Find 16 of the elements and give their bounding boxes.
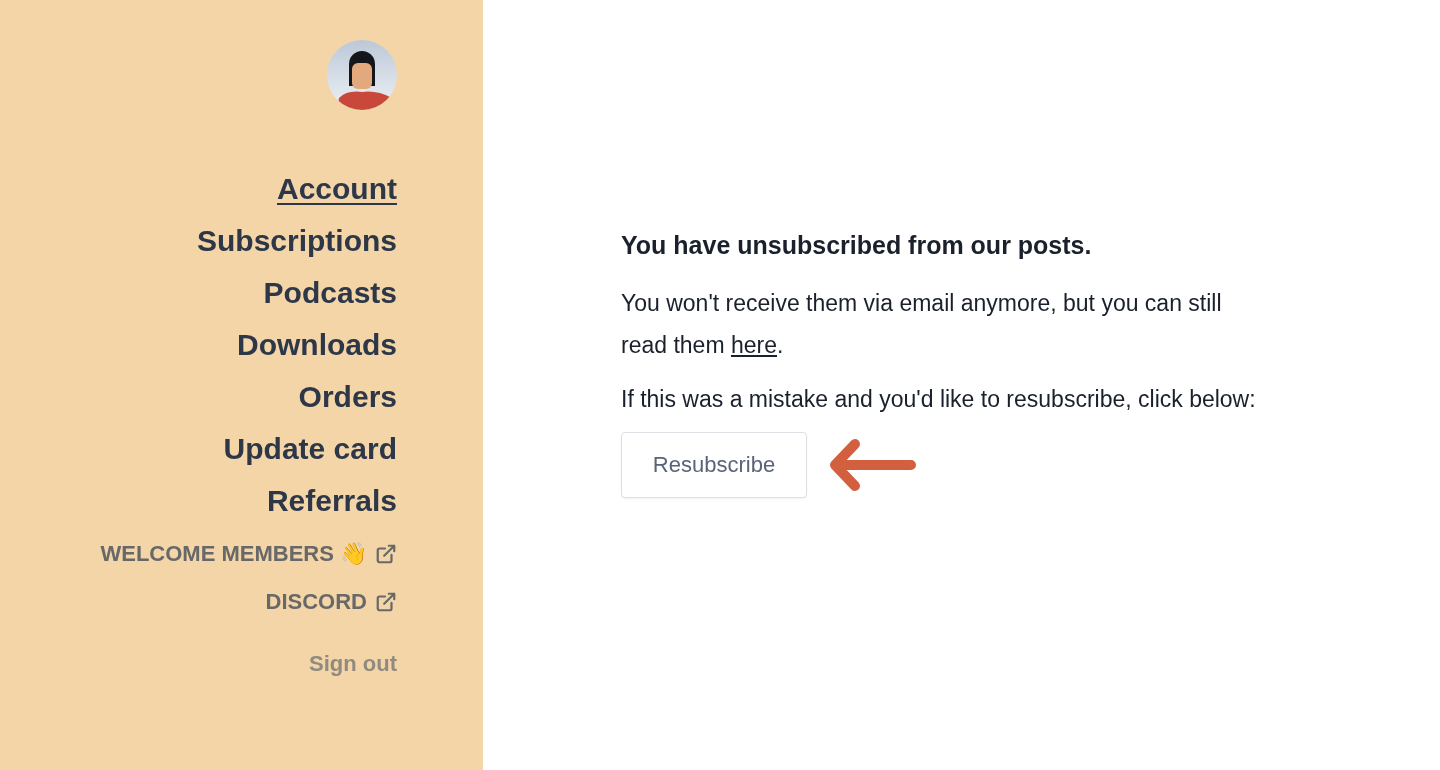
nav-link[interactable]: Update card <box>223 431 397 467</box>
nav-link[interactable]: Podcasts <box>263 275 397 311</box>
prompt-text: If this was a mistake and you'd like to resubscribe, click below: <box>621 385 1257 414</box>
nav-link[interactable]: Referrals <box>266 483 397 519</box>
external-link[interactable]: WELCOME MEMBERS 👋 <box>100 541 397 567</box>
message-text: You won't receive them via email anymore, but you can still read them here. <box>621 289 1223 360</box>
here-link[interactable]: here <box>730 332 777 358</box>
heading: You have unsubscribed from our posts. <box>621 230 1093 261</box>
nav-link[interactable]: Orders <box>298 379 397 415</box>
external-link-icon <box>375 543 397 565</box>
resubscribe-button[interactable]: Resubscribe <box>621 432 807 498</box>
external-link[interactable]: DISCORD <box>265 589 397 615</box>
nav-link[interactable]: Account <box>277 171 397 207</box>
nav-link[interactable]: Downloads <box>237 327 397 363</box>
external-link-icon <box>375 591 397 613</box>
nav-link[interactable]: Subscriptions <box>196 223 397 259</box>
